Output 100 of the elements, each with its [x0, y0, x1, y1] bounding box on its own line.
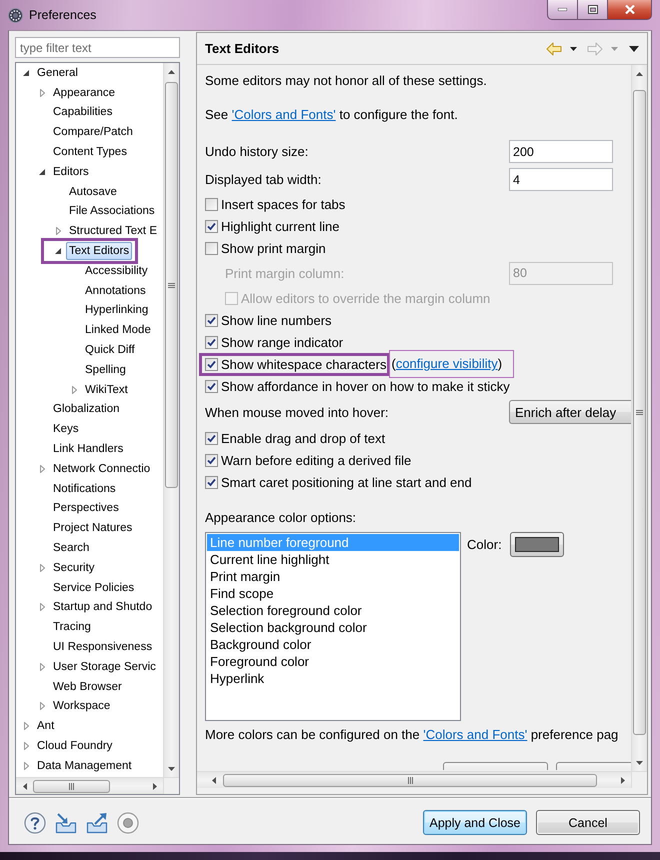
scrollbar-thumb[interactable]	[223, 774, 597, 786]
tree-item[interactable]: WikiText	[82, 380, 131, 399]
scroll-left-arrow-icon[interactable]	[22, 782, 26, 790]
checkbox-label[interactable]: Show print margin	[221, 240, 326, 256]
checkbox-label[interactable]: Show whitespace characters	[221, 356, 386, 372]
tree-item[interactable]: Perspectives	[50, 499, 122, 518]
list-item[interactable]: Current line highlight	[207, 551, 459, 568]
collapsed-triangle-icon[interactable]	[40, 464, 44, 473]
horizontal-scrollbar[interactable]	[16, 777, 163, 794]
scroll-up-arrow-icon[interactable]	[168, 70, 175, 74]
tree-item[interactable]: Hyperlinking	[82, 301, 152, 320]
scroll-left-arrow-icon[interactable]	[212, 776, 216, 784]
view-menu-caret-icon[interactable]	[629, 46, 639, 52]
collapsed-triangle-icon[interactable]	[72, 386, 76, 394]
dialog-button[interactable]: Cancel	[536, 810, 640, 835]
dialog-button[interactable]: Apply and Close	[423, 810, 527, 835]
color-options-list[interactable]: Line number foreground Current line highlight Print margin Find scope Selection foreground color Selection background color Background color Foreground color Hyperlink	[205, 532, 461, 721]
tree-item[interactable]: Appearance	[50, 84, 118, 102]
tree-item[interactable]: Link Handlers	[50, 440, 126, 458]
tree-item[interactable]: Structured Text E	[66, 222, 160, 240]
tree-item[interactable]: Keys	[50, 420, 82, 438]
link[interactable]: 'Colors and Fonts'	[232, 107, 336, 122]
checkbox-label[interactable]: Enable drag and drop of text	[221, 430, 386, 446]
collapsed-triangle-icon[interactable]	[24, 742, 28, 750]
list-item[interactable]: Print margin	[207, 568, 459, 585]
checkbox[interactable]	[205, 476, 218, 488]
collapsed-triangle-icon[interactable]	[40, 603, 44, 612]
list-item[interactable]: Find scope	[207, 585, 459, 602]
tree-item[interactable]: User Storage Servic	[50, 658, 159, 676]
tree-item[interactable]: General	[34, 64, 81, 82]
scroll-right-arrow-icon[interactable]	[620, 776, 624, 784]
list-item[interactable]: Selection background color	[207, 619, 459, 636]
dropdown-caret-icon[interactable]	[570, 46, 577, 50]
tree-item[interactable]: Spelling	[82, 360, 129, 379]
collapsed-triangle-icon[interactable]	[40, 564, 44, 572]
close-button[interactable]	[607, 0, 652, 20]
back-arrow-icon[interactable]	[546, 42, 562, 56]
checkbox[interactable]	[205, 380, 218, 392]
list-item[interactable]: Selection foreground color	[207, 602, 459, 619]
tree-item[interactable]: Data Management	[34, 756, 135, 775]
export-icon[interactable]	[86, 812, 108, 834]
checkbox-label[interactable]: Show affordance in hover on how to make it sticky	[221, 378, 510, 394]
tree-item[interactable]: Linked Mode	[82, 321, 154, 340]
checkbox[interactable]	[205, 454, 218, 466]
list-item[interactable]: Background color	[207, 636, 459, 653]
scroll-up-arrow-icon[interactable]	[636, 72, 643, 76]
horizontal-scrollbar[interactable]	[197, 771, 631, 788]
clipped-button[interactable]	[556, 762, 631, 770]
list-item[interactable]: Hyperlink	[207, 670, 459, 687]
checkbox[interactable]	[205, 242, 218, 254]
expanded-triangle-icon[interactable]	[23, 70, 29, 76]
checkbox-label[interactable]: Show line numbers	[221, 312, 332, 328]
expanded-triangle-icon[interactable]	[39, 168, 45, 175]
tree-item[interactable]: Autosave	[66, 182, 120, 201]
checkbox-label[interactable]: Show range indicator	[221, 334, 344, 350]
link[interactable]: configure visibility	[396, 356, 498, 371]
number-field[interactable]: 200	[509, 140, 613, 163]
tree-item[interactable]: Tracing	[50, 618, 94, 636]
dropdown[interactable]: Enrich after delay	[509, 400, 631, 424]
scrollbar-thumb[interactable]	[633, 90, 646, 735]
collapsed-triangle-icon[interactable]	[40, 88, 44, 97]
checkbox-label[interactable]: Insert spaces for tabs	[221, 196, 346, 212]
scroll-down-arrow-icon[interactable]	[168, 766, 175, 770]
tree-item[interactable]: Project Natures	[50, 519, 136, 538]
checkbox[interactable]	[205, 220, 218, 232]
minimize-button[interactable]	[547, 0, 578, 20]
tree-item[interactable]: Accessibility	[82, 262, 151, 280]
tree-item[interactable]: Quick Diff	[82, 341, 138, 360]
checkbox[interactable]	[205, 358, 218, 370]
collapsed-triangle-icon[interactable]	[40, 702, 44, 710]
checkbox[interactable]	[205, 314, 218, 326]
checkbox-label[interactable]: Highlight current line	[221, 218, 340, 234]
tree-item[interactable]: Text Editors	[66, 242, 132, 260]
tree-item[interactable]: Workspace	[50, 697, 114, 716]
checkbox[interactable]	[205, 198, 218, 210]
tree-item[interactable]: Editors	[50, 162, 92, 181]
tree-item[interactable]: File Associations	[66, 202, 158, 220]
tree-item[interactable]: UI Responsiveness	[50, 638, 156, 656]
help-icon[interactable]	[24, 812, 46, 834]
scroll-down-arrow-icon[interactable]	[636, 760, 643, 764]
checkbox-label[interactable]: Smart caret positioning at line start and end	[221, 474, 472, 490]
filter-field[interactable]: type filter text	[15, 37, 180, 58]
list-item[interactable]: Foreground color	[207, 653, 459, 670]
collapsed-triangle-icon[interactable]	[24, 722, 28, 730]
tree-item[interactable]: Search	[50, 539, 92, 558]
collapsed-triangle-icon[interactable]	[56, 227, 60, 236]
tree-item[interactable]: Compare/Patch	[50, 123, 136, 142]
collapsed-triangle-icon[interactable]	[40, 662, 44, 671]
number-field[interactable]: 4	[509, 168, 613, 191]
tree-item[interactable]: Ant	[34, 717, 58, 736]
clipped-button[interactable]	[443, 762, 548, 770]
scrollbar-thumb[interactable]	[33, 780, 110, 792]
tree-item[interactable]: Service Policies	[50, 578, 138, 597]
tree-item[interactable]: Content Types	[50, 143, 130, 162]
collapsed-triangle-icon[interactable]	[24, 762, 28, 770]
tree-item[interactable]: Notifications	[50, 480, 119, 498]
scrollbar-thumb[interactable]	[165, 82, 178, 488]
scroll-right-arrow-icon[interactable]	[152, 782, 156, 790]
checkbox[interactable]	[205, 432, 218, 444]
tree-item[interactable]: Cloud Foundry	[34, 736, 116, 755]
